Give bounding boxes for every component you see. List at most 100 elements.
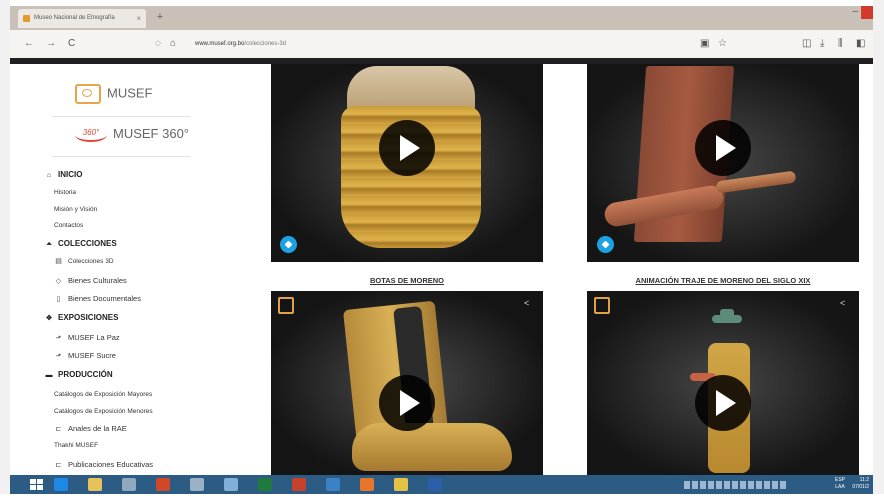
nav-item-bienes-culturales[interactable]: ◇ Bienes Culturales <box>54 276 127 285</box>
bank-icon: ⏶ <box>46 241 52 248</box>
firefox-icon[interactable] <box>360 478 374 491</box>
url-domain: www.musef.org.bo <box>195 41 245 47</box>
tab-close-icon[interactable]: × <box>136 9 141 28</box>
excel-icon[interactable] <box>258 478 272 491</box>
nav-item-label: Bienes Documentales <box>68 294 141 303</box>
musef-logo-text: MUSEF <box>107 85 153 101</box>
new-tab-button[interactable]: + <box>152 9 168 26</box>
cube-icon: ▤ <box>55 258 62 265</box>
address-bar[interactable]: www.musef.org.bo/colecciones-3d <box>195 30 286 58</box>
nav-item-label: Bienes Culturales <box>68 276 127 285</box>
windows-start-icon[interactable] <box>30 479 43 491</box>
download-icon[interactable]: ⤓ <box>820 30 824 58</box>
nav-item-contactos[interactable]: Contactos <box>54 222 83 229</box>
card-title-link[interactable]: BOTAS DE MORENO <box>271 276 543 285</box>
musef-logo[interactable]: MUSEF <box>75 84 153 104</box>
musef360-logo-icon: 360° <box>75 128 107 142</box>
bookmark-star-icon[interactable]: ☆ <box>718 30 727 58</box>
nav-section-label: COLECCIONES <box>58 239 117 248</box>
nav-section-inicio[interactable]: ⌂ INICIO <box>45 170 83 179</box>
clock-time: 11:2 <box>859 477 869 483</box>
gallery-icon: ✥ <box>46 315 52 322</box>
nav-item-colecciones-3d[interactable]: ▤ Colecciones 3D <box>54 257 113 265</box>
powerpoint-icon[interactable] <box>292 478 306 491</box>
minimize-button[interactable]: – <box>852 6 858 17</box>
windows-taskbar: ESP LAA 11:2 07/01/2 <box>10 475 873 494</box>
tab-title: Museo Nacional de Etnografía <box>34 15 115 21</box>
nav-item-musef-sucre[interactable]: ⬏ MUSEF Sucre <box>54 351 116 360</box>
diamond-icon: ◇ <box>55 278 62 285</box>
keyboard-layout: LAA <box>835 484 845 490</box>
word-icon[interactable] <box>428 478 442 491</box>
play-icon[interactable] <box>695 375 751 431</box>
nav-item-catalogos-menores[interactable]: Catálogos de Exposición Menores <box>54 408 153 415</box>
app-icon[interactable] <box>224 478 238 491</box>
book-icon: ▬ <box>45 372 53 379</box>
reader-view-icon[interactable]: ▣ <box>700 30 709 58</box>
window-right-edge <box>873 0 884 494</box>
nav-item-label: Publicaciones Educativas <box>68 460 154 469</box>
nav-item-anales-rae[interactable]: ⊏ Anales de la RAE <box>54 424 127 433</box>
sketchfab-icon[interactable] <box>597 236 614 253</box>
language-indicator[interactable]: ESP LAA <box>835 477 845 491</box>
musef-watermark-icon <box>278 297 294 314</box>
pocket-icon[interactable]: ◫ <box>802 30 811 58</box>
document-icon: ▯ <box>56 296 61 303</box>
nav-section-label: EXPOSICIONES <box>58 313 119 322</box>
system-tray[interactable] <box>683 478 813 491</box>
reload-button[interactable]: C <box>68 30 75 58</box>
nav-item-historia[interactable]: Historia <box>54 189 76 196</box>
language-code: ESP <box>834 477 845 483</box>
close-window-button[interactable] <box>861 6 873 19</box>
home-icon: ⌂ <box>46 172 52 179</box>
sidebar-divider <box>52 156 190 157</box>
nav-item-label: Anales de la RAE <box>68 424 127 433</box>
app-icon[interactable] <box>394 478 408 491</box>
explorer-icon[interactable] <box>88 478 102 491</box>
tab-favicon-icon <box>23 15 30 22</box>
shield-icon[interactable]: ◌ <box>155 30 161 58</box>
musef360-logo[interactable]: 360° MUSEF 360° <box>75 126 189 142</box>
library-icon[interactable]: ⫼ <box>838 30 843 58</box>
nav-section-produccion[interactable]: ▬ PRODUCCIÓN <box>45 370 113 379</box>
folder-icon: ⊏ <box>55 462 62 469</box>
card-title-link[interactable]: ANIMACIÓN TRAJE DE MORENO DEL SIGLO XIX <box>587 276 859 285</box>
folder-icon: ⊏ <box>55 426 62 433</box>
share-icon[interactable]: < <box>524 298 529 308</box>
sketchfab-icon[interactable] <box>280 236 297 253</box>
musef360-logo-text: MUSEF 360° <box>113 126 190 141</box>
nav-item-musef-la-paz[interactable]: ⬏ MUSEF La Paz <box>54 333 120 342</box>
play-icon[interactable] <box>379 375 435 431</box>
sidebar-toggle-icon[interactable]: ◧ <box>856 30 865 58</box>
play-icon[interactable] <box>379 120 435 176</box>
nav-item-catalogos-mayores[interactable]: Catálogos de Exposición Mayores <box>54 391 152 398</box>
ie-icon[interactable] <box>54 478 68 491</box>
nav-section-exposiciones[interactable]: ✥ EXPOSICIONES <box>45 313 118 322</box>
nav-item-label: MUSEF Sucre <box>68 351 116 360</box>
share-icon[interactable]: < <box>840 298 845 308</box>
app-icon[interactable] <box>122 478 136 491</box>
nav-item-mision[interactable]: Misión y Visión <box>54 206 97 213</box>
nav-item-thakhi[interactable]: Thakhi MUSEF <box>54 442 98 449</box>
app-icon[interactable] <box>326 478 340 491</box>
play-icon[interactable] <box>695 120 751 176</box>
nav-section-colecciones[interactable]: ⏶ COLECCIONES <box>45 239 117 249</box>
taskbar-clock[interactable]: 11:2 07/01/2 <box>852 477 869 491</box>
lock-icon[interactable]: ⌂ <box>170 30 176 58</box>
nav-item-publicaciones[interactable]: ⊏ Publicaciones Educativas <box>54 460 154 469</box>
musef-logo-icon <box>75 84 101 104</box>
clock-date: 07/01/2 <box>852 484 869 490</box>
url-path: /colecciones-3d <box>244 41 287 47</box>
app-icon[interactable] <box>190 478 204 491</box>
nav-item-bienes-documentales[interactable]: ▯ Bienes Documentales <box>54 294 141 303</box>
nav-item-label: MUSEF La Paz <box>68 333 120 342</box>
back-button[interactable]: ← <box>24 30 34 58</box>
external-link-icon: ⬏ <box>55 353 62 360</box>
forward-button[interactable]: → <box>46 30 56 58</box>
external-link-icon: ⬏ <box>55 335 62 342</box>
browser-tab[interactable]: Museo Nacional de Etnografía × <box>18 9 146 28</box>
app-icon[interactable] <box>156 478 170 491</box>
sidebar-divider <box>52 116 190 117</box>
nav-section-label: PRODUCCIÓN <box>58 370 113 379</box>
browser-navbar: ← → C ◌ ⌂ www.musef.org.bo/colecciones-3… <box>10 30 873 59</box>
